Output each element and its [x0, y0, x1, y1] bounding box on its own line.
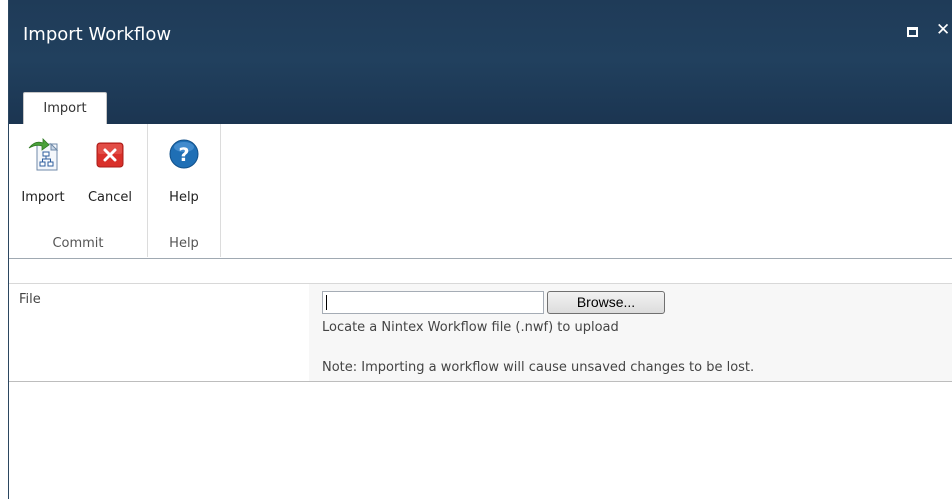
ribbon-group-label-commit: Commit	[52, 236, 104, 251]
import-button[interactable]: Import	[11, 138, 75, 208]
file-hint-text: Locate a Nintex Workflow file (.nwf) to …	[322, 320, 619, 335]
tab-import[interactable]: Import	[23, 92, 107, 124]
close-icon[interactable]: ✕	[936, 20, 950, 40]
dialog-title: Import Workflow	[23, 24, 172, 45]
help-button[interactable]: ? Help	[152, 138, 216, 208]
help-button-label: Help	[169, 190, 199, 205]
cancel-button[interactable]: Cancel	[79, 138, 141, 208]
import-workflow-icon	[27, 138, 59, 171]
cancel-button-label: Cancel	[87, 190, 133, 205]
unsaved-changes-note: Note: Importing a workflow will cause un…	[322, 360, 755, 375]
file-value-cell: Browse... Locate a Nintex Workflow file …	[309, 284, 952, 381]
ribbon-group-commit: Import Cancel Commit	[9, 124, 148, 257]
dialog-titlebar: Import Workflow ✕ Import	[9, 0, 952, 124]
ribbon-group-help: ? Help Help	[148, 124, 221, 257]
text-caret	[326, 295, 327, 310]
ribbon: Import Cancel Commit ? Help Help	[9, 124, 952, 259]
file-path-input[interactable]	[322, 291, 544, 314]
file-label: File	[19, 292, 41, 307]
form-divider-bottom	[9, 381, 952, 382]
help-icon: ?	[168, 138, 200, 170]
maximize-icon[interactable]	[907, 27, 918, 37]
ribbon-group-label-help: Help	[169, 236, 199, 251]
svg-text:?: ?	[178, 144, 189, 166]
file-label-cell: File	[9, 284, 309, 381]
import-button-label: Import	[21, 190, 65, 205]
cancel-icon	[94, 138, 126, 170]
browse-button[interactable]: Browse...	[547, 291, 665, 314]
import-workflow-dialog: Import Workflow ✕ Import Import Cancel C…	[9, 0, 952, 499]
